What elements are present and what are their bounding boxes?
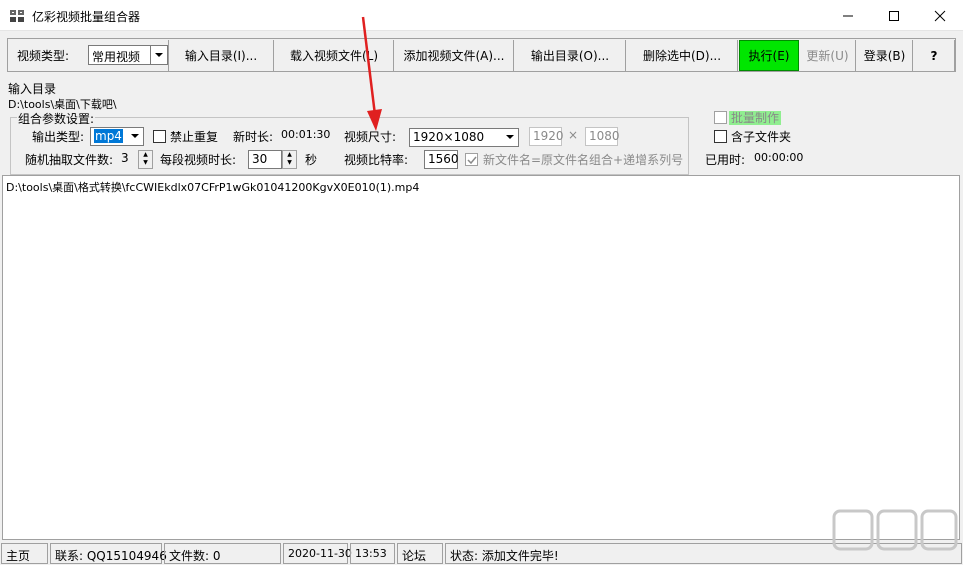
maximize-button[interactable] bbox=[871, 0, 917, 31]
delete-selected-button[interactable]: 删除选中(D)... bbox=[627, 40, 738, 71]
status-home[interactable]: 主页 bbox=[1, 543, 48, 564]
window-title: 亿彩视频批量组合器 bbox=[32, 10, 141, 24]
no-repeat-checkbox[interactable] bbox=[153, 130, 166, 143]
elapsed-label: 已用时: bbox=[705, 153, 746, 167]
params-group-title: 组合参数设置: bbox=[17, 110, 96, 127]
add-video-button[interactable]: 添加视频文件(A)... bbox=[395, 40, 514, 71]
segment-duration-label: 每段视频时长: bbox=[160, 153, 237, 167]
video-size-select[interactable]: 1920×1080 bbox=[409, 128, 519, 147]
segment-duration-stepper[interactable]: ▲ ▼ bbox=[282, 150, 297, 169]
status-time: 13:53 bbox=[350, 543, 395, 564]
no-repeat-label: 禁止重复 bbox=[170, 130, 219, 144]
status-date: 2020-11-30 bbox=[283, 543, 352, 564]
status-file-count: 文件数: 0 bbox=[164, 543, 281, 564]
random-files-stepper[interactable]: ▲ ▼ bbox=[138, 150, 153, 169]
chevron-down-icon bbox=[150, 46, 167, 64]
execute-button[interactable]: 执行(E) bbox=[739, 40, 799, 71]
new-filename-label: 新文件名=原文件名组合+递增系列号 bbox=[483, 153, 684, 167]
file-list[interactable]: D:\tools\桌面\格式转换\fcCWIEkdlx07CFrP1wGk010… bbox=[2, 175, 960, 540]
update-button[interactable]: 更新(U) bbox=[800, 40, 856, 71]
toolbar: 视频类型: 常用视频 输入目录(I)... 载入视频文件(L) 添加视频文件(A… bbox=[7, 38, 956, 72]
elapsed-value: 00:00:00 bbox=[754, 151, 804, 164]
seconds-unit-label: 秒 bbox=[305, 153, 318, 167]
input-dir-label: 输入目录 bbox=[8, 82, 57, 96]
status-forum[interactable]: 论坛 bbox=[397, 543, 443, 564]
chevron-down-icon bbox=[502, 129, 518, 146]
close-icon bbox=[934, 10, 946, 21]
output-dir-button[interactable]: 输出目录(O)... bbox=[515, 40, 626, 71]
new-filename-checkbox[interactable] bbox=[465, 153, 478, 166]
video-type-label: 视频类型: bbox=[17, 49, 70, 63]
subfolder-checkbox[interactable] bbox=[714, 130, 727, 143]
stepper-down-icon[interactable]: ▼ bbox=[139, 159, 152, 167]
new-duration-value: 00:01:30 bbox=[281, 128, 331, 141]
batch-checkbox[interactable] bbox=[714, 111, 727, 124]
bitrate-input[interactable]: 1560 bbox=[424, 150, 459, 169]
minimize-button[interactable] bbox=[825, 0, 871, 31]
status-bar: 主页 联系: QQ15104946 文件数: 0 2020-11-30 13:5… bbox=[0, 541, 963, 565]
random-files-label: 随机抽取文件数: bbox=[25, 153, 114, 167]
video-type-select[interactable]: 常用视频 bbox=[88, 45, 168, 65]
segment-duration-input[interactable]: 30 bbox=[248, 150, 282, 169]
batch-label: 批量制作 bbox=[729, 109, 782, 126]
title-bar: 亿彩视频批量组合器 bbox=[0, 0, 963, 31]
minimize-icon bbox=[843, 15, 853, 16]
stepper-down-icon[interactable]: ▼ bbox=[283, 159, 296, 167]
app-icon bbox=[10, 10, 24, 22]
input-dir-button[interactable]: 输入目录(I)... bbox=[168, 40, 274, 71]
random-files-value: 3 bbox=[121, 151, 129, 165]
chevron-down-icon bbox=[127, 128, 143, 145]
video-size-label: 视频尺寸: bbox=[344, 130, 397, 144]
maximize-icon bbox=[889, 10, 899, 21]
output-type-label: 输出类型: bbox=[32, 130, 85, 144]
times-sign: × bbox=[568, 128, 579, 142]
list-item[interactable]: D:\tools\桌面\格式转换\fcCWIEkdlx07CFrP1wGk010… bbox=[6, 179, 419, 195]
height-input[interactable]: 1080 bbox=[585, 127, 620, 146]
login-button[interactable]: 登录(B) bbox=[857, 40, 913, 71]
status-message: 状态: 添加文件完毕! bbox=[445, 543, 962, 564]
video-type-value: 常用视频 bbox=[92, 50, 141, 64]
batch-label-text: 批量制作 bbox=[729, 111, 782, 125]
output-type-select[interactable]: mp4 bbox=[90, 127, 144, 146]
load-video-button[interactable]: 载入视频文件(L) bbox=[275, 40, 394, 71]
new-duration-label: 新时长: bbox=[233, 130, 274, 144]
subfolder-label: 含子文件夹 bbox=[731, 130, 792, 144]
close-button[interactable] bbox=[917, 0, 963, 31]
stepper-up-icon[interactable]: ▲ bbox=[139, 151, 152, 159]
checkmark-icon bbox=[466, 156, 477, 164]
video-size-value: 1920×1080 bbox=[413, 130, 485, 144]
stepper-up-icon[interactable]: ▲ bbox=[283, 151, 296, 159]
output-type-value: mp4 bbox=[94, 129, 123, 143]
width-input[interactable]: 1920 bbox=[529, 127, 564, 146]
bitrate-label: 视频比特率: bbox=[344, 153, 409, 167]
help-button[interactable]: ? bbox=[914, 40, 955, 71]
status-contact: 联系: QQ15104946 bbox=[50, 543, 167, 564]
